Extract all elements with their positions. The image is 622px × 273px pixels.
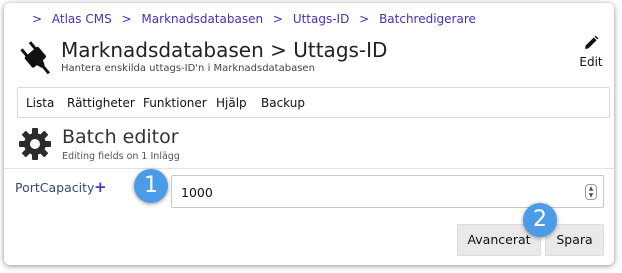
nav-bar: Lista Rättigheter Funktioner Hjälp Backu…	[17, 87, 610, 118]
nav-item-hjalp[interactable]: Hjälp	[216, 96, 247, 110]
nav-item-backup[interactable]: Backup	[261, 96, 305, 110]
breadcrumb-item-batchredigerare[interactable]: Batchredigerare	[379, 12, 476, 26]
field-label-portcapacity: PortCapacity	[15, 180, 95, 195]
gear-icon	[19, 128, 51, 160]
breadcrumb: > Atlas CMS > Marknadsdatabasen > Uttags…	[32, 12, 482, 26]
edit-label: Edit	[579, 55, 603, 69]
section-title: Batch editor	[62, 126, 179, 148]
breadcrumb-item-uttags-id[interactable]: Uttags-ID	[293, 12, 350, 26]
breadcrumb-item-marknadsdatabasen[interactable]: Marknadsdatabasen	[141, 12, 263, 26]
breadcrumb-item-atlas-cms[interactable]: Atlas CMS	[52, 12, 112, 26]
edit-button[interactable]: Edit	[573, 35, 609, 77]
step-badge-1: 1	[134, 169, 168, 203]
breadcrumb-separator: >	[359, 12, 370, 26]
divider	[4, 168, 614, 169]
breadcrumb-separator: >	[272, 12, 283, 26]
nav-item-lista[interactable]: Lista	[26, 96, 54, 110]
portcapacity-value: 1000	[181, 185, 213, 200]
number-stepper-icon[interactable]: ▲ ▼	[585, 184, 597, 200]
plug-icon	[20, 41, 51, 75]
page-title: Marknadsdatabasen > Uttags-ID	[61, 38, 388, 62]
nav-item-funktioner[interactable]: Funktioner	[143, 96, 207, 110]
nav-item-rattigheter[interactable]: Rättigheter	[67, 96, 135, 110]
add-field-icon[interactable]: +	[94, 178, 107, 196]
pencil-icon	[585, 35, 599, 49]
breadcrumb-separator: >	[32, 12, 43, 26]
page-subtitle: Hantera enskilda uttags-ID'n i Marknadsd…	[61, 63, 315, 74]
window: > Atlas CMS > Marknadsdatabasen > Uttags…	[4, 3, 614, 265]
section-subtitle: Editing fields on 1 Inlägg	[62, 151, 180, 162]
step-badge-2: 2	[523, 203, 557, 237]
breadcrumb-separator: >	[121, 12, 132, 26]
